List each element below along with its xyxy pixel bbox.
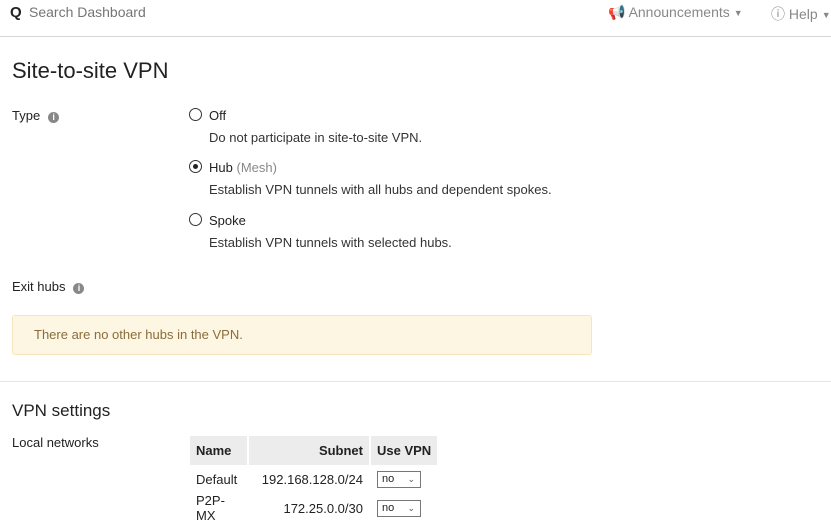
help-menu[interactable]: ⓘ Help ▼ bbox=[771, 4, 831, 24]
chevron-down-icon: ⌄ bbox=[407, 503, 415, 513]
alert-text: There are no other hubs in the VPN. bbox=[34, 327, 243, 342]
table-row: P2P-MX 172.25.0.0/30 no ⌄ bbox=[190, 493, 437, 523]
radio-hub-label[interactable]: Hub (Mesh) bbox=[209, 160, 277, 175]
radio-hub-description: Establish VPN tunnels with all hubs and … bbox=[209, 182, 552, 197]
hub-suffix: (Mesh) bbox=[236, 160, 277, 175]
use-vpn-select[interactable]: no ⌄ bbox=[377, 471, 421, 488]
megaphone-icon: 📢 bbox=[608, 4, 626, 20]
radio-off-description: Do not participate in site-to-site VPN. bbox=[209, 130, 423, 145]
use-vpn-select[interactable]: no ⌄ bbox=[377, 500, 421, 517]
table-header: Name Subnet Use VPN bbox=[190, 436, 438, 465]
radio-hub[interactable] bbox=[189, 160, 202, 173]
vpn-settings-title: VPN settings bbox=[12, 401, 111, 420]
radio-spoke[interactable] bbox=[189, 213, 202, 226]
radio-off-label[interactable]: Off bbox=[209, 108, 226, 123]
info-icon[interactable]: i bbox=[73, 283, 85, 294]
help-label: Help bbox=[788, 6, 818, 22]
column-name: Name bbox=[190, 436, 247, 465]
type-label: Type i bbox=[12, 108, 60, 123]
column-use-vpn: Use VPN bbox=[371, 436, 438, 465]
info-icon[interactable]: i bbox=[48, 112, 60, 123]
network-subnet: 192.168.128.0/24 bbox=[261, 471, 363, 487]
caret-down-icon: ▼ bbox=[733, 8, 743, 18]
announcements-label: Announcements bbox=[628, 4, 730, 20]
radio-spoke-description: Establish VPN tunnels with selected hubs… bbox=[209, 235, 452, 250]
no-hubs-alert: There are no other hubs in the VPN. bbox=[12, 315, 592, 355]
announcements-menu[interactable]: 📢 Announcements ▼ bbox=[608, 4, 743, 21]
exit-hubs-label: Exit hubs i bbox=[12, 279, 85, 294]
caret-down-icon: ▼ bbox=[821, 10, 831, 20]
search-input[interactable] bbox=[29, 4, 229, 20]
help-icon: ⓘ bbox=[771, 6, 785, 22]
radio-spoke-label[interactable]: Spoke bbox=[209, 213, 246, 228]
network-subnet: 172.25.0.0/30 bbox=[283, 500, 363, 516]
network-name: Default bbox=[196, 471, 238, 487]
top-bar: Q 📢 Announcements▼ ⓘ Help▼ bbox=[0, 0, 831, 37]
radio-off[interactable] bbox=[189, 108, 202, 121]
divider bbox=[0, 381, 831, 382]
search-icon: Q bbox=[10, 4, 22, 21]
chevron-down-icon: ⌄ bbox=[407, 474, 415, 484]
column-subnet: Subnet bbox=[249, 436, 369, 465]
page-title: Site-to-site VPN bbox=[12, 58, 169, 83]
network-name: P2P-MX bbox=[196, 493, 225, 523]
table-row: Default 192.168.128.0/24 no ⌄ bbox=[190, 465, 437, 493]
local-networks-table: Name Subnet Use VPN Default 192.168.128.… bbox=[188, 436, 439, 523]
local-networks-label: Local networks bbox=[12, 435, 99, 450]
